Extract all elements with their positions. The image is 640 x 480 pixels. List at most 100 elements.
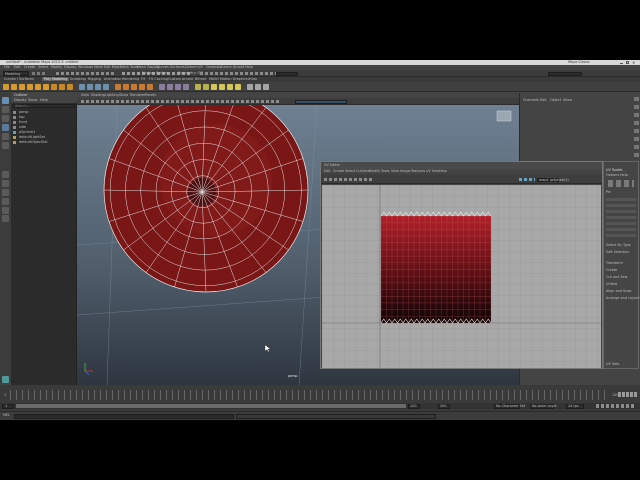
playback-controls[interactable] bbox=[618, 392, 638, 397]
channel-tab-edit[interactable]: Edit bbox=[540, 98, 547, 102]
shelf-tab-mash[interactable]: MASH bbox=[209, 77, 219, 81]
uv-grid-canvas[interactable] bbox=[322, 185, 601, 368]
shelf-combine-icon[interactable] bbox=[79, 84, 85, 90]
side-tab-strip[interactable] bbox=[634, 97, 639, 157]
shelf-plane-icon[interactable] bbox=[43, 84, 49, 90]
uvtk-section-create[interactable]: Create bbox=[606, 268, 617, 272]
shelf-unfold-icon[interactable] bbox=[227, 84, 233, 90]
viewport-menu-renderer[interactable]: Renderer bbox=[130, 93, 145, 97]
range-start-field[interactable]: 1 bbox=[2, 403, 14, 409]
shelf-smooth-icon[interactable] bbox=[95, 84, 101, 90]
search-icon[interactable] bbox=[2, 215, 9, 222]
menu-curves[interactable]: Curves bbox=[157, 65, 169, 69]
shelf-tab-animation[interactable]: Animation bbox=[104, 77, 121, 81]
shelf-tab-rendering[interactable]: Rendering bbox=[122, 77, 139, 81]
paint-select-icon[interactable] bbox=[2, 115, 9, 122]
menu-generate[interactable]: Generate bbox=[206, 65, 222, 69]
uv-menu-create[interactable]: Create bbox=[333, 169, 344, 173]
uv-menu-image[interactable]: Image bbox=[400, 169, 411, 173]
shelf-uv-editor-icon[interactable] bbox=[211, 84, 217, 90]
time-slider[interactable] bbox=[10, 390, 610, 400]
uv-toolkit-options[interactable]: Options bbox=[606, 173, 619, 177]
range-end-field[interactable]: 120 bbox=[408, 403, 420, 409]
shelf-quad-draw-icon[interactable] bbox=[183, 84, 189, 90]
shelf-target-weld-icon[interactable] bbox=[167, 84, 173, 90]
uvtk-section-select-by-type[interactable]: Select By Type bbox=[606, 243, 631, 247]
menu-help[interactable]: Help bbox=[245, 65, 253, 69]
shelf-separate-icon[interactable] bbox=[87, 84, 93, 90]
rotate-tool-icon[interactable] bbox=[2, 133, 9, 140]
psphere1-mesh[interactable] bbox=[103, 105, 309, 293]
new-scene-icon[interactable] bbox=[32, 72, 35, 75]
shelf-cone-icon[interactable] bbox=[27, 84, 33, 90]
menu-edit[interactable]: Edit bbox=[14, 65, 21, 69]
quick-search-field[interactable] bbox=[548, 71, 582, 76]
selection-mask-icons[interactable] bbox=[56, 72, 116, 75]
uv-toolkit-help[interactable]: Help bbox=[620, 173, 628, 177]
shelf-tab-poly-modeling[interactable]: Poly Modeling bbox=[42, 77, 70, 82]
render-dropdown[interactable] bbox=[276, 71, 298, 76]
shelf-platonic-icon[interactable] bbox=[59, 84, 65, 90]
shelf-cube-icon[interactable] bbox=[11, 84, 17, 90]
uv-display-icons[interactable] bbox=[519, 178, 535, 181]
uvtk-section-align-and-snap[interactable]: Align and Snap bbox=[606, 289, 632, 293]
uvtk-section-cut-and-sew[interactable]: Cut and Sew bbox=[606, 275, 627, 279]
shelf-cylinder-icon[interactable] bbox=[19, 84, 25, 90]
uv-menu-help[interactable]: Help bbox=[439, 169, 447, 173]
shelf-sphere-icon[interactable] bbox=[3, 84, 9, 90]
outliner-menu-help[interactable]: Help bbox=[40, 98, 48, 102]
command-input[interactable] bbox=[14, 413, 234, 419]
menu-mesh-tools[interactable]: Mesh Tools bbox=[120, 65, 138, 69]
scale-tool-icon[interactable] bbox=[2, 142, 9, 149]
single-view-icon[interactable] bbox=[2, 171, 9, 178]
menu-arnold[interactable]: Arnold bbox=[233, 65, 244, 69]
script-language[interactable]: MEL bbox=[3, 413, 10, 417]
channel-tab-channels[interactable]: Channels bbox=[523, 98, 539, 102]
menu-uv[interactable]: UV bbox=[198, 65, 203, 69]
shelf-fill-hole-icon[interactable] bbox=[147, 84, 153, 90]
uvtk-section-unfold[interactable]: Unfold bbox=[606, 282, 617, 286]
shelf-tab-rigging[interactable]: Rigging bbox=[88, 77, 101, 81]
panel-toolbar-icons[interactable] bbox=[81, 100, 281, 103]
menu-cache[interactable]: Cache bbox=[221, 65, 232, 69]
shelf-bridge-icon[interactable] bbox=[123, 84, 129, 90]
shelf-boolean-icon[interactable] bbox=[103, 84, 109, 90]
uvtk-section-soft-selection[interactable]: Soft Selection bbox=[606, 250, 629, 254]
mode-dropdown[interactable]: Modeling bbox=[3, 71, 29, 76]
uvtk-section-transform[interactable]: Transform bbox=[606, 261, 623, 265]
shelf-extrude-icon[interactable] bbox=[115, 84, 121, 90]
shelf-append-icon[interactable] bbox=[139, 84, 145, 90]
character-set-dropdown[interactable]: No Character Set bbox=[494, 403, 525, 409]
script-editor-icon[interactable] bbox=[2, 376, 9, 383]
shelf-multi-cut-icon[interactable] bbox=[159, 84, 165, 90]
menu-deform[interactable]: Deform bbox=[185, 65, 198, 69]
uv-menu-select[interactable]: Select bbox=[345, 169, 355, 173]
move-tool-icon[interactable] bbox=[2, 124, 9, 131]
shelf-tab-motion-graphics[interactable]: Motion Graphics bbox=[220, 77, 248, 81]
viewport-menu-show[interactable]: Show bbox=[119, 93, 128, 97]
shelf-connect-icon[interactable] bbox=[175, 84, 181, 90]
shelf-history-icon[interactable] bbox=[247, 84, 253, 90]
shelf-tab-sculpting[interactable]: Sculpting bbox=[70, 77, 86, 81]
menu-file[interactable]: File bbox=[4, 65, 10, 69]
uvtk-section-uv-sets[interactable]: UV Sets bbox=[606, 362, 619, 366]
save-scene-icon[interactable] bbox=[42, 72, 45, 75]
shelf-bevel-icon[interactable] bbox=[131, 84, 137, 90]
anim-layer-dropdown[interactable]: No Anim Layer bbox=[530, 403, 557, 409]
uv-menu-modify[interactable]: Modify bbox=[369, 169, 380, 173]
uv-set-dropdown[interactable]: map1 (pSphere1) bbox=[537, 177, 569, 182]
component-mode-icons[interactable] bbox=[608, 180, 634, 187]
viewport-menu-panels[interactable]: Panels bbox=[145, 93, 156, 97]
outliner-menu-show[interactable]: Show bbox=[28, 98, 37, 102]
menu-modify[interactable]: Modify bbox=[51, 65, 62, 69]
animation-end-field[interactable]: 200 bbox=[438, 403, 450, 409]
uv-menu-cut-sew[interactable]: Cut/Sew bbox=[356, 169, 370, 173]
viewport-menu-shading[interactable]: Shading bbox=[91, 93, 105, 97]
view-cube-icon[interactable] bbox=[496, 110, 512, 122]
uv-menu-tools[interactable]: Tools bbox=[381, 169, 389, 173]
uv-toolbar-icons[interactable] bbox=[324, 178, 372, 181]
shelf-cut-uv-icon[interactable] bbox=[219, 84, 225, 90]
fps-dropdown[interactable]: 24 fps bbox=[566, 403, 584, 409]
four-view-icon[interactable] bbox=[2, 180, 9, 187]
live-surface-label[interactable]: No Live Surface bbox=[142, 71, 169, 75]
